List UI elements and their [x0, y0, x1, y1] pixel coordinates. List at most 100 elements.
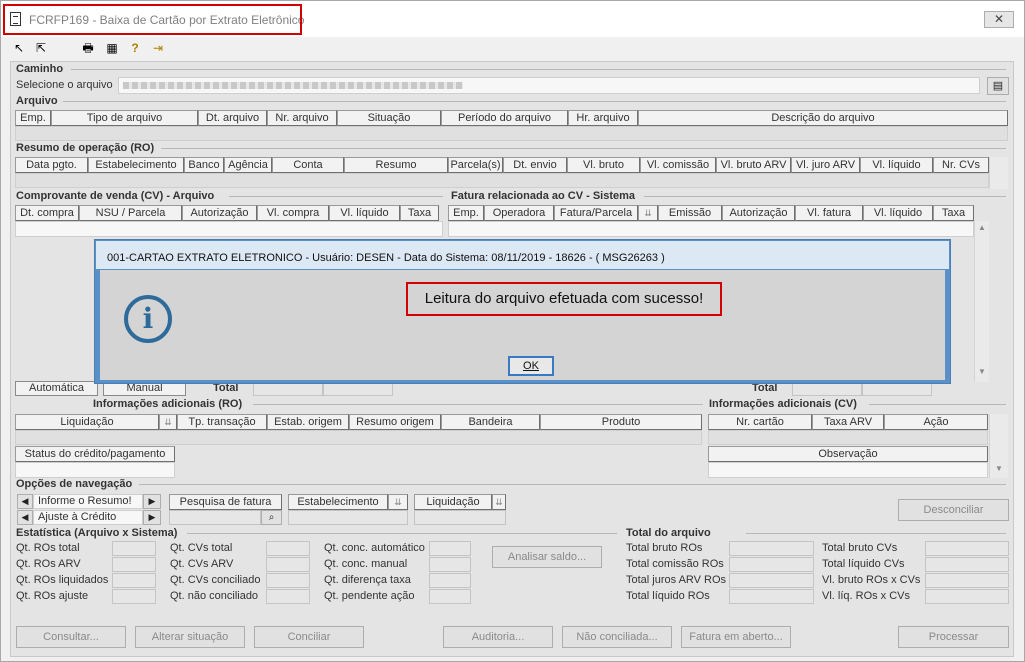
close-button[interactable]: ✕	[984, 11, 1014, 28]
nav-resumo-field[interactable]: Informe o Resumo!	[33, 494, 143, 509]
col-conta[interactable]: Conta	[272, 157, 344, 173]
section-total-arquivo: Total do arquivo	[626, 527, 711, 539]
col-banco[interactable]: Banco	[184, 157, 224, 173]
col-vl-bruto-arv[interactable]: Vl. bruto ARV	[716, 157, 791, 173]
nao-conciliada-button[interactable]: Não conciliada...	[562, 626, 672, 648]
col-autorizacao-fatura[interactable]: Autorização	[722, 205, 795, 221]
cv-row[interactable]	[15, 221, 443, 237]
col-emp[interactable]: Emp.	[15, 110, 51, 126]
col-descricao[interactable]: Descrição do arquivo	[638, 110, 1008, 126]
col-pesquisa-fatura[interactable]: Pesquisa de fatura	[169, 494, 282, 510]
auditoria-button[interactable]: Auditoria...	[443, 626, 553, 648]
ok-button[interactable]: OK	[508, 356, 554, 376]
col-tp-transacao[interactable]: Tp. transação	[177, 414, 267, 430]
stat-value	[429, 573, 471, 588]
col-situacao[interactable]: Situação	[337, 110, 441, 126]
col-observacao[interactable]: Observação	[708, 446, 988, 462]
col-taxa-arv[interactable]: Taxa ARV	[812, 414, 884, 430]
col-tipo-arquivo[interactable]: Tipo de arquivo	[51, 110, 198, 126]
nav-prev2-button[interactable]: ◀	[17, 510, 33, 525]
col-dt-envio[interactable]: Dt. envio	[503, 157, 567, 173]
estab-sort-icon[interactable]: ⇊	[388, 494, 408, 510]
col-estab-origem[interactable]: Estab. origem	[267, 414, 349, 430]
back-arrow-icon[interactable]: ↖	[12, 41, 26, 55]
nav-ajuste-field[interactable]: Ajuste à Crédito	[33, 510, 143, 525]
col-periodo[interactable]: Período do arquivo	[441, 110, 568, 126]
info-cv-scrollbar[interactable]: ▼	[989, 414, 1008, 478]
col-nr-arquivo[interactable]: Nr. arquivo	[267, 110, 337, 126]
col-liquidacao[interactable]: Liquidação	[15, 414, 159, 430]
col-liquidacao-nav[interactable]: Liquidação	[414, 494, 492, 510]
col-emp-fatura[interactable]: Emp.	[448, 205, 484, 221]
resumo-scrollbar[interactable]	[989, 157, 1008, 189]
col-estabelecimento-nav[interactable]: Estabelecimento	[288, 494, 388, 510]
liquidacao-field[interactable]	[414, 510, 506, 525]
fatura-scrollbar[interactable]: ▲ ▼	[974, 221, 989, 382]
col-resumo[interactable]: Resumo	[344, 157, 448, 173]
liq-sort-icon[interactable]: ⇊	[492, 494, 506, 510]
fatura-row[interactable]	[448, 221, 974, 237]
col-acao[interactable]: Ação	[884, 414, 988, 430]
scroll-down-icon[interactable]: ▼	[995, 464, 1003, 473]
col-hr-arquivo[interactable]: Hr. arquivo	[568, 110, 638, 126]
info-ro-row[interactable]	[15, 430, 702, 445]
analisar-saldo-button[interactable]: Analisar saldo...	[492, 546, 602, 568]
col-bandeira[interactable]: Bandeira	[441, 414, 540, 430]
arquivo-row[interactable]	[15, 126, 1008, 141]
print-icon[interactable]: 🖶	[81, 41, 95, 55]
col-vl-liquido-fatura[interactable]: Vl. líquido	[863, 205, 933, 221]
forward-arrow-icon[interactable]: ⇱	[34, 41, 48, 55]
processar-button[interactable]: Processar	[898, 626, 1009, 648]
desconciliar-button[interactable]: Desconciliar	[898, 499, 1009, 521]
col-emissao[interactable]: Emissão	[658, 205, 722, 221]
col-sort-icon[interactable]: ⇊	[638, 205, 658, 221]
scroll-down-icon[interactable]: ▼	[978, 367, 986, 376]
col-dt-arquivo[interactable]: Dt. arquivo	[198, 110, 267, 126]
col-liq-icon[interactable]: ⇊	[159, 414, 177, 430]
col-vl-juro-arv[interactable]: Vl. juro ARV	[791, 157, 860, 173]
col-taxa[interactable]: Taxa	[400, 205, 439, 221]
col-vl-bruto[interactable]: Vl. bruto	[567, 157, 640, 173]
pesquisa-fatura-field[interactable]	[169, 510, 261, 525]
col-dt-compra[interactable]: Dt. compra	[15, 205, 79, 221]
col-produto[interactable]: Produto	[540, 414, 702, 430]
col-estabelecimento[interactable]: Estabelecimento	[88, 157, 184, 173]
estabelecimento-field[interactable]	[288, 510, 408, 525]
help-icon[interactable]: ?	[128, 41, 142, 55]
col-data-pgto[interactable]: Data pgto.	[15, 157, 88, 173]
tab-automatica[interactable]: Automática	[15, 381, 98, 396]
col-operadora[interactable]: Operadora	[484, 205, 554, 221]
col-nr-cvs[interactable]: Nr. CVs	[933, 157, 989, 173]
col-vl-fatura[interactable]: Vl. fatura	[795, 205, 863, 221]
conciliar-button[interactable]: Conciliar	[254, 626, 364, 648]
observacao-field[interactable]	[708, 462, 988, 478]
col-status-credito[interactable]: Status do crédito/pagamento	[15, 446, 175, 462]
col-vl-comissao[interactable]: Vl. comissão	[640, 157, 716, 173]
col-nr-cartao[interactable]: Nr. cartão	[708, 414, 812, 430]
nav-next-button[interactable]: ▶	[143, 494, 161, 509]
col-nsu-parcela[interactable]: NSU / Parcela	[79, 205, 182, 221]
alterar-situacao-button[interactable]: Alterar situação	[135, 626, 245, 648]
status-credito-field[interactable]	[15, 462, 175, 478]
col-agencia[interactable]: Agência	[224, 157, 272, 173]
grid-icon[interactable]: ▦	[105, 41, 119, 55]
col-taxa-fatura[interactable]: Taxa	[933, 205, 974, 221]
scroll-up-icon[interactable]: ▲	[978, 223, 986, 232]
search-icon[interactable]: ⌕	[261, 510, 282, 525]
col-autorizacao[interactable]: Autorização	[182, 205, 257, 221]
info-cv-row[interactable]	[708, 430, 988, 445]
col-fatura-parcela[interactable]: Fatura/Parcela	[554, 205, 638, 221]
col-vl-liquido-cv[interactable]: Vl. líquido	[329, 205, 400, 221]
fatura-em-aberto-button[interactable]: Fatura em aberto...	[681, 626, 791, 648]
col-vl-liquido[interactable]: Vl. líquido	[860, 157, 933, 173]
consultar-button[interactable]: Consultar...	[16, 626, 126, 648]
exit-icon[interactable]: ⇥	[151, 41, 165, 55]
nav-next2-button[interactable]: ▶	[143, 510, 161, 525]
col-vl-compra[interactable]: Vl. compra	[257, 205, 329, 221]
col-parcelas[interactable]: Parcela(s)	[448, 157, 503, 173]
resumo-row[interactable]	[15, 173, 989, 188]
nav-prev-button[interactable]: ◀	[17, 494, 33, 509]
browse-file-button[interactable]: ▤	[987, 77, 1009, 95]
col-resumo-origem[interactable]: Resumo origem	[349, 414, 441, 430]
file-path-field[interactable]	[118, 77, 980, 94]
